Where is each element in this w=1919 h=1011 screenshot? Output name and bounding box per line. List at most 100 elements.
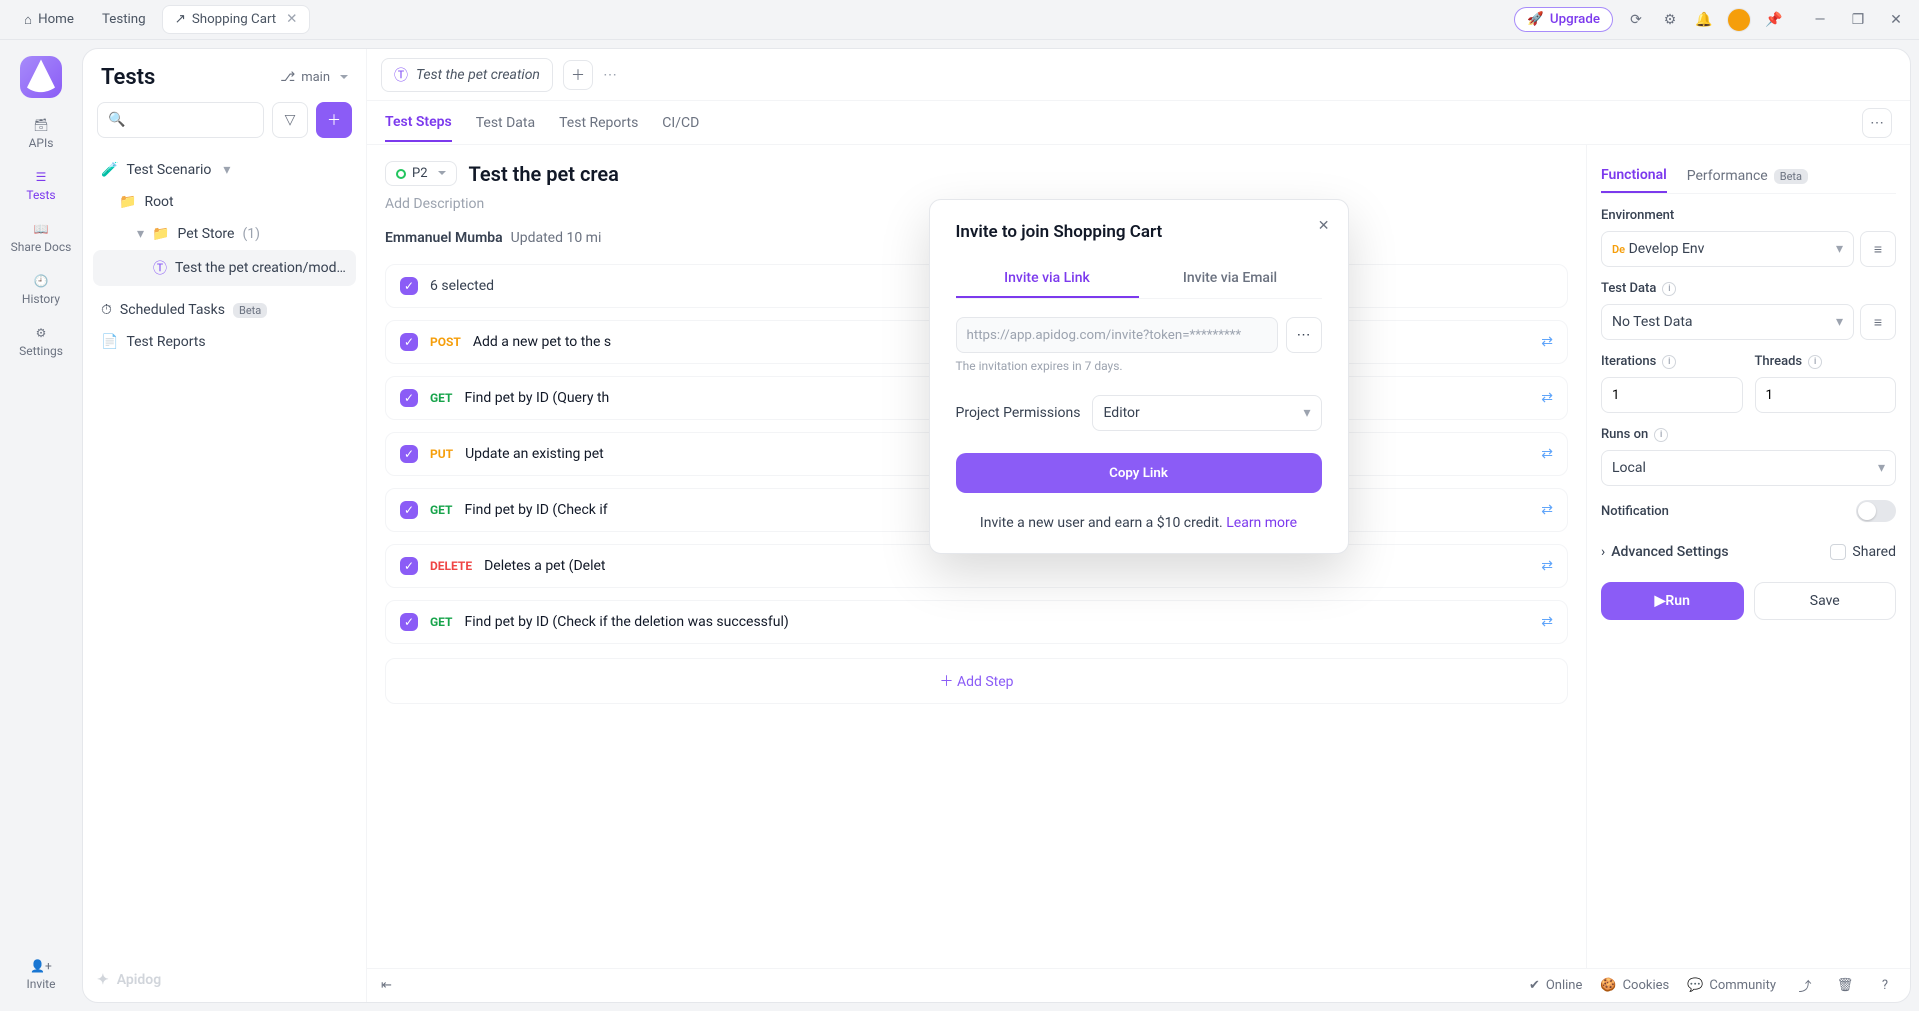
tree-root[interactable]: 📁 Root xyxy=(93,186,356,218)
info-icon[interactable]: i xyxy=(1808,355,1822,369)
add-button[interactable]: ＋ xyxy=(316,102,352,138)
threads-input[interactable] xyxy=(1755,377,1897,413)
gear-icon[interactable]: ⚙ xyxy=(1659,9,1681,31)
chevron-right-icon: › xyxy=(1601,544,1605,560)
avatar[interactable] xyxy=(1727,8,1751,32)
modal-tab-link[interactable]: Invite via Link xyxy=(956,260,1139,298)
nav-settings[interactable]: ⚙ Settings xyxy=(19,326,63,358)
upload-icon[interactable]: ⤴ xyxy=(1794,975,1816,997)
tree-scenario-item[interactable]: Ⓣ Test the pet creation/modific xyxy=(93,250,356,286)
link-icon[interactable]: ⇄ xyxy=(1541,502,1553,518)
nav-history[interactable]: 🕘 History xyxy=(22,274,60,306)
pin-icon[interactable]: 📌 xyxy=(1763,9,1785,31)
scenario-icon: 🧪 xyxy=(101,162,118,178)
cfg-tab-functional[interactable]: Functional xyxy=(1601,159,1667,193)
tree-section-scenario[interactable]: 🧪 Test Scenario ▾ xyxy=(93,154,356,186)
cfg-tab-performance[interactable]: Performance Beta xyxy=(1687,159,1808,193)
iterations-input[interactable] xyxy=(1601,377,1743,413)
link-icon[interactable]: ⇄ xyxy=(1541,446,1553,462)
save-button[interactable]: Save xyxy=(1754,582,1897,620)
subtab-cicd[interactable]: CI/CD xyxy=(662,105,699,141)
info-icon[interactable]: i xyxy=(1662,355,1676,369)
filter-button[interactable]: ▽ xyxy=(272,102,308,138)
tab-menu-icon[interactable]: ⋯ xyxy=(603,67,617,83)
link-icon[interactable]: ⇄ xyxy=(1541,558,1553,574)
tree-pet-store[interactable]: ▾ 📁 Pet Store (1) xyxy=(93,218,356,250)
tab-shopping-cart[interactable]: ↗ Shopping Cart ✕ xyxy=(162,5,311,34)
updated-time: Updated 10 mi xyxy=(511,230,602,246)
link-icon[interactable]: ⇄ xyxy=(1541,334,1553,350)
test-data-list-button[interactable]: ≡ xyxy=(1860,304,1896,340)
status-community[interactable]: 💬Community xyxy=(1687,978,1776,993)
maximize-icon[interactable]: ❐ xyxy=(1847,9,1869,31)
checkbox-checked-icon[interactable]: ✓ xyxy=(400,445,418,463)
new-tab-button[interactable]: ＋ xyxy=(563,60,593,90)
branch-selector[interactable]: ⎇ main xyxy=(280,70,348,85)
branch-name: main xyxy=(301,70,330,85)
copy-link-button[interactable]: Copy Link xyxy=(956,453,1322,493)
chevron-down-icon: ▾ xyxy=(223,162,230,178)
bell-icon[interactable]: 🔔 xyxy=(1693,9,1715,31)
checkbox-checked-icon[interactable]: ✓ xyxy=(400,557,418,575)
checkbox-checked-icon[interactable]: ✓ xyxy=(400,613,418,631)
shared-checkbox[interactable] xyxy=(1830,544,1846,560)
checkbox-checked-icon[interactable]: ✓ xyxy=(400,389,418,407)
add-step-button[interactable]: ＋ Add Step xyxy=(385,658,1568,704)
priority-selector[interactable]: P2 xyxy=(385,161,457,186)
checkbox-checked-icon[interactable]: ✓ xyxy=(400,333,418,351)
collapse-sidebar-icon[interactable]: ⇤ xyxy=(381,978,392,993)
invite-icon: 👤+ xyxy=(30,959,52,973)
env-list-button[interactable]: ≡ xyxy=(1860,231,1896,267)
runs-on-select[interactable]: Local ▾ xyxy=(1601,450,1896,486)
step-label: Find pet by ID (Check if the deletion wa… xyxy=(464,614,788,630)
link-icon[interactable]: ⇄ xyxy=(1541,390,1553,406)
close-tab-icon[interactable]: ✕ xyxy=(286,12,297,27)
invite-url-input[interactable] xyxy=(956,317,1278,353)
notification-label: Notification xyxy=(1601,504,1669,519)
author-name: Emmanuel Mumba xyxy=(385,230,503,246)
link-icon[interactable]: ⇄ xyxy=(1541,614,1553,630)
run-label: Run xyxy=(1665,593,1690,609)
tab-testing[interactable]: Testing xyxy=(90,6,158,33)
modal-tab-email[interactable]: Invite via Email xyxy=(1139,260,1322,298)
learn-more-link[interactable]: Learn more xyxy=(1226,515,1297,531)
step-row[interactable]: ✓GETFind pet by ID (Check if the deletio… xyxy=(385,600,1568,644)
brand-name: Apidog xyxy=(117,972,161,988)
help-icon[interactable]: ? xyxy=(1874,975,1896,997)
minimize-icon[interactable]: ― xyxy=(1809,9,1831,31)
checkbox-checked-icon[interactable]: ✓ xyxy=(400,277,418,295)
test-data-select[interactable]: No Test Data ▾ xyxy=(1601,304,1854,340)
file-tab[interactable]: Ⓣ Test the pet creation xyxy=(381,58,553,92)
subtab-test-steps[interactable]: Test Steps xyxy=(385,104,452,142)
advanced-settings-toggle[interactable]: › Advanced Settings xyxy=(1601,544,1729,560)
nav-share-docs[interactable]: 📖 Share Docs xyxy=(11,222,72,254)
perm-select[interactable]: Editor ▾ xyxy=(1092,395,1321,431)
status-cookies[interactable]: 🍪Cookies xyxy=(1600,978,1669,993)
info-icon[interactable]: i xyxy=(1662,282,1676,296)
invite-url-menu[interactable]: ⋯ xyxy=(1286,317,1322,353)
notification-toggle[interactable] xyxy=(1856,500,1896,522)
tab-home[interactable]: ⌂ Home xyxy=(12,6,86,34)
close-window-icon[interactable]: ✕ xyxy=(1885,9,1907,31)
tree-section-scheduled[interactable]: ⏱ Scheduled Tasks Beta xyxy=(93,294,356,326)
scenario-title[interactable]: Test the pet crea xyxy=(469,162,619,186)
brand-logo-icon: ✦ xyxy=(97,972,109,988)
env-select[interactable]: De Develop Env ▾ xyxy=(1601,231,1854,267)
status-online[interactable]: ✔Online xyxy=(1529,978,1582,993)
run-button[interactable]: ▶ Run xyxy=(1601,582,1744,620)
subtab-test-data[interactable]: Test Data xyxy=(476,105,535,141)
modal-close-button[interactable]: ✕ xyxy=(1318,218,1330,234)
nav-invite[interactable]: 👤+ Invite xyxy=(27,959,56,991)
upgrade-button[interactable]: 🚀 Upgrade xyxy=(1514,7,1613,32)
subtab-more-button[interactable]: ⋯ xyxy=(1862,108,1892,138)
info-icon[interactable]: i xyxy=(1654,428,1668,442)
nav-apis[interactable]: 🗃 APIs xyxy=(29,118,54,150)
subtab-test-reports[interactable]: Test Reports xyxy=(559,105,638,141)
trash-icon[interactable]: 🗑 xyxy=(1834,975,1856,997)
checkbox-checked-icon[interactable]: ✓ xyxy=(400,501,418,519)
search-input[interactable]: 🔍 xyxy=(97,102,264,138)
apis-icon: 🗃 xyxy=(33,118,48,132)
tree-section-reports[interactable]: 📄 Test Reports xyxy=(93,326,356,358)
refresh-icon[interactable]: ⟳ xyxy=(1625,9,1647,31)
nav-tests[interactable]: ☰ Tests xyxy=(26,170,55,202)
